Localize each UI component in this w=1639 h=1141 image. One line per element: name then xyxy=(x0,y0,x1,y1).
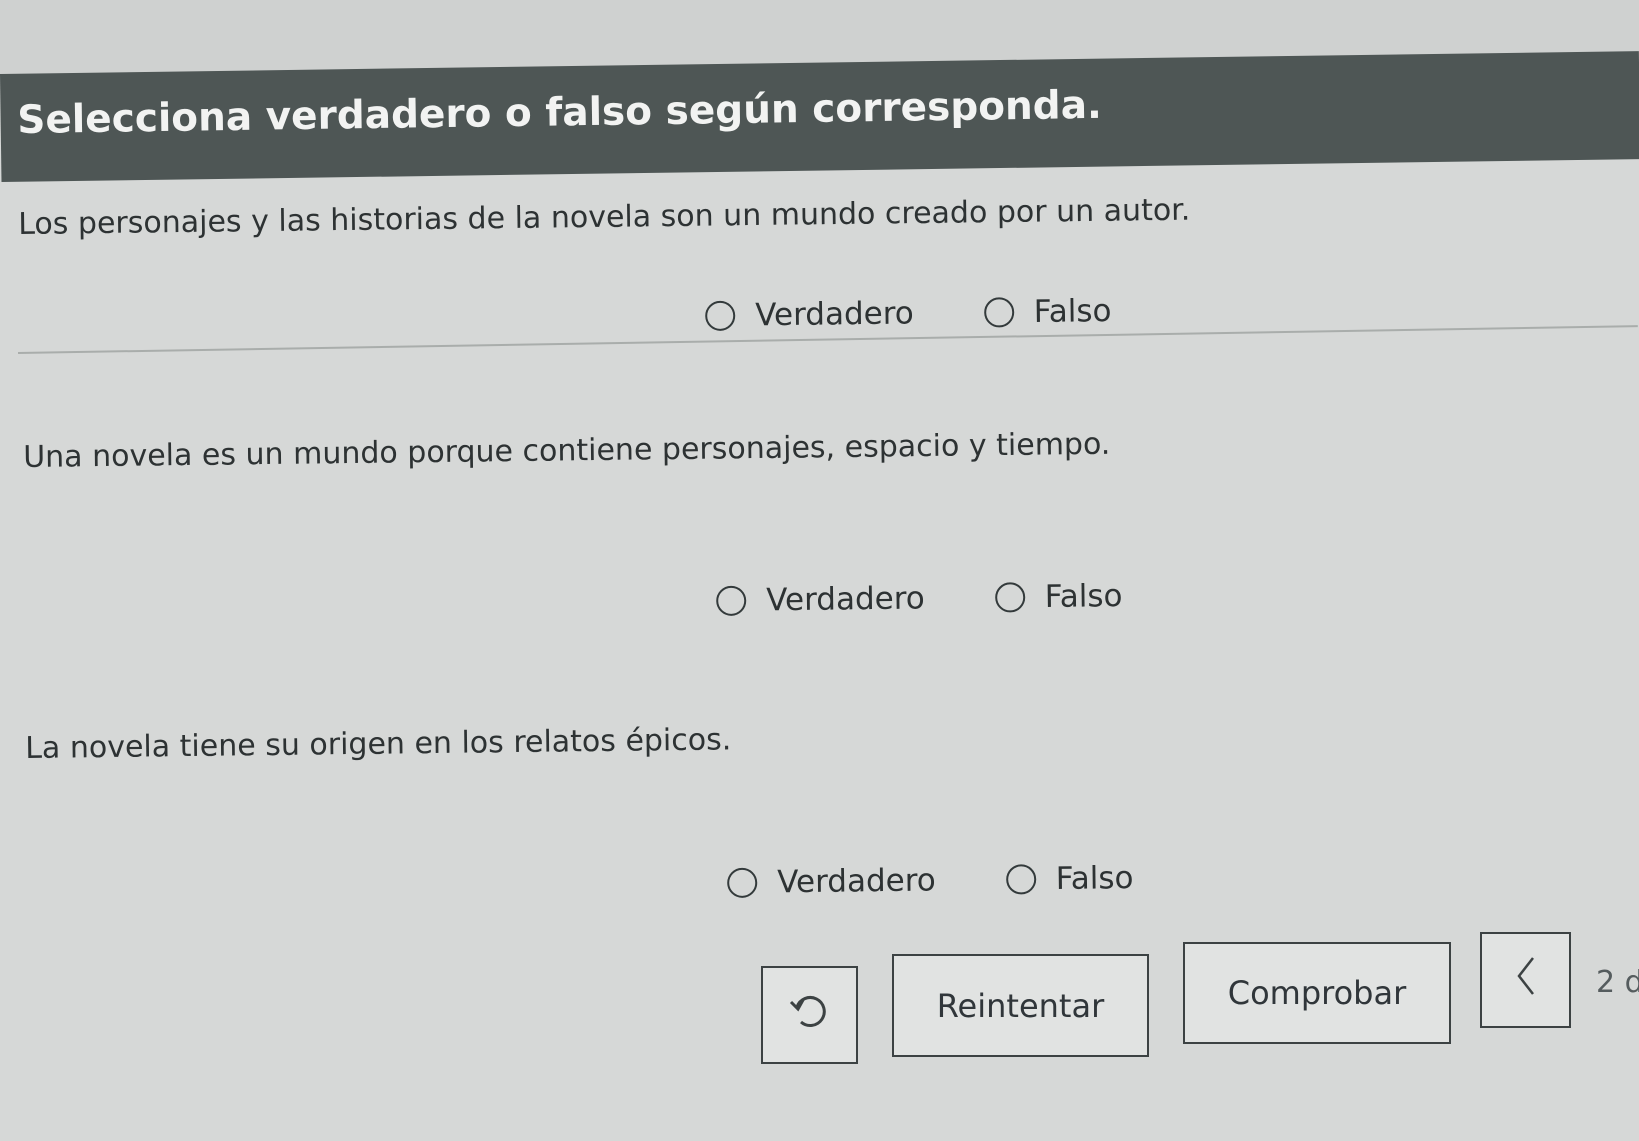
question-1-option-true[interactable]: Verdadero xyxy=(705,295,914,334)
question-3-option-false[interactable]: Falso xyxy=(1005,860,1134,898)
undo-icon xyxy=(787,988,833,1042)
previous-button[interactable] xyxy=(1480,932,1571,1028)
option-label: Verdadero xyxy=(765,580,925,619)
option-label: Falso xyxy=(1055,860,1134,897)
option-label: Falso xyxy=(1044,578,1123,615)
check-button[interactable]: Comprobar xyxy=(1183,942,1451,1044)
option-label: Verdadero xyxy=(776,862,936,901)
question-1-options: Verdadero Falso xyxy=(705,293,1112,334)
radio-button[interactable] xyxy=(1005,864,1036,895)
page-indicator: 2 d xyxy=(1596,965,1639,1000)
question-2-option-true[interactable]: Verdadero xyxy=(716,580,925,619)
radio-button[interactable] xyxy=(983,297,1014,328)
question-2-options: Verdadero Falso xyxy=(716,578,1123,619)
question-1-option-false[interactable]: Falso xyxy=(983,293,1112,331)
radio-button[interactable] xyxy=(705,300,736,331)
question-3-text: La novela tiene su origen en los relatos… xyxy=(25,722,732,766)
radio-button[interactable] xyxy=(994,582,1025,613)
question-3-options: Verdadero Falso xyxy=(727,860,1134,901)
question-2-option-false[interactable]: Falso xyxy=(994,578,1123,616)
chevron-left-icon xyxy=(1511,954,1541,1006)
question-3-option-true[interactable]: Verdadero xyxy=(727,862,936,901)
radio-button[interactable] xyxy=(716,585,747,616)
question-2-text: Una novela es un mundo porque contiene p… xyxy=(23,426,1111,475)
quiz-content: Los personajes y las historias de la nov… xyxy=(0,0,1639,1141)
reset-button[interactable] xyxy=(761,966,858,1064)
option-label: Verdadero xyxy=(754,295,914,334)
retry-button[interactable]: Reintentar xyxy=(892,954,1149,1057)
radio-button[interactable] xyxy=(727,867,758,898)
option-label: Falso xyxy=(1033,293,1112,330)
question-1-text: Los personajes y las historias de la nov… xyxy=(18,192,1191,242)
